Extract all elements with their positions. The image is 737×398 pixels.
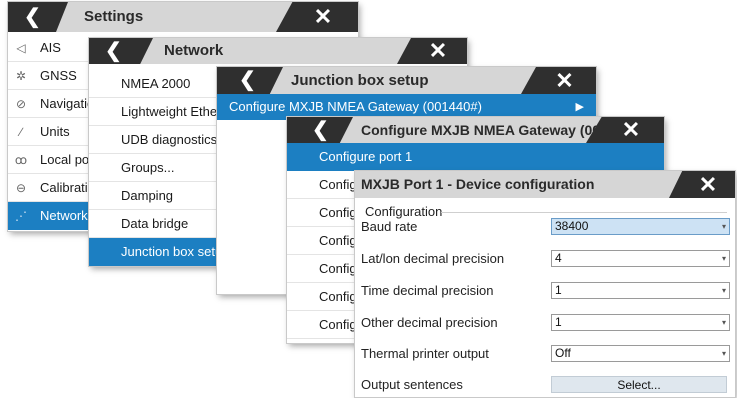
dropdown-arrow-icon: ▾ — [721, 254, 726, 263]
back-button[interactable]: ❮ — [287, 117, 353, 143]
device-config-titlebar: MXJB Port 1 - Device configuration ✕ — [355, 171, 735, 198]
close-button[interactable]: ✕ — [521, 67, 596, 94]
dial-icon: ⊖ — [15, 181, 27, 195]
network-item-label: NMEA 2000 — [121, 76, 191, 91]
other-precision-select[interactable]: 1 ▾ — [551, 314, 730, 331]
time-precision-value: 1 — [555, 283, 562, 297]
thermal-printer-value: Off — [555, 346, 571, 360]
group-divider — [441, 212, 727, 213]
network-item-label: Damping — [121, 188, 174, 203]
chevron-left-icon: ❮ — [239, 69, 256, 91]
dropdown-arrow-icon: ▾ — [721, 349, 726, 358]
thermal-printer-label: Thermal printer output — [361, 346, 489, 361]
other-precision-value: 1 — [555, 315, 562, 329]
window-title: Settings — [84, 8, 144, 25]
device-config-window: MXJB Port 1 - Device configuration ✕ Con… — [355, 171, 735, 397]
window-title: Network — [164, 42, 224, 59]
chevron-left-icon: ❮ — [312, 119, 329, 141]
lat-lon-precision-label: Lat/lon decimal precision — [361, 251, 505, 266]
window-title: Configure MXJB NMEA Gateway (00... — [361, 122, 612, 138]
junction-box-titlebar: ❮ Junction box setup ✕ — [217, 67, 596, 94]
close-button[interactable]: ✕ — [397, 38, 467, 64]
time-precision-label: Time decimal precision — [361, 283, 494, 298]
lat-lon-precision-value: 4 — [555, 251, 562, 265]
other-precision-label: Other decimal precision — [361, 315, 498, 330]
window-title: Junction box setup — [291, 72, 429, 89]
close-icon: ✕ — [313, 4, 333, 29]
gateway-item-port-1[interactable]: Configure port 1 — [287, 143, 664, 171]
thermal-printer-select[interactable]: Off ▾ — [551, 345, 730, 362]
navigation-arrow-icon: ◁ — [16, 41, 26, 55]
dropdown-arrow-icon: ▾ — [721, 286, 726, 295]
chevron-left-icon: ❮ — [105, 40, 122, 62]
chevron-left-icon: ❮ — [24, 6, 41, 28]
baud-rate-label: Baud rate — [361, 219, 418, 234]
baud-rate-value: 38400 — [555, 219, 589, 233]
settings-item-label: AIS — [40, 40, 61, 55]
lat-lon-precision-select[interactable]: 4 ▾ — [551, 250, 730, 267]
output-sentences-label: Output sentences — [361, 377, 463, 392]
settings-item-label: Units — [40, 124, 70, 139]
gateway-titlebar: ❮ Configure MXJB NMEA Gateway (00... ✕ — [287, 117, 664, 143]
settings-item-label: GNSS — [40, 68, 77, 83]
back-button[interactable]: ❮ — [8, 2, 68, 32]
junction-box-item-label: Configure MXJB NMEA Gateway (001440#) — [229, 99, 482, 114]
close-icon: ✕ — [621, 117, 641, 142]
close-button[interactable]: ✕ — [669, 171, 735, 198]
select-sentences-button[interactable]: Select... — [551, 376, 727, 393]
network-item-label: Data bridge — [121, 216, 189, 231]
dropdown-arrow-icon: ▾ — [721, 222, 726, 231]
close-icon: ✕ — [698, 172, 718, 197]
network-item-label: Junction box setup — [121, 244, 230, 259]
back-button[interactable]: ❮ — [217, 67, 283, 94]
close-button[interactable]: ✕ — [276, 2, 358, 32]
satellite-icon: ✲ — [15, 69, 27, 83]
settings-titlebar: ❮ Settings ✕ — [8, 2, 358, 32]
network-item-label: UDB diagnostics — [121, 132, 218, 147]
configuration-group-label: Configuration — [365, 204, 443, 219]
time-precision-select[interactable]: 1 ▾ — [551, 282, 730, 299]
window-title: MXJB Port 1 - Device configuration — [361, 176, 595, 192]
back-button[interactable]: ❮ — [89, 38, 153, 64]
baud-rate-select[interactable]: 38400 ▾ — [551, 218, 730, 235]
close-icon: ✕ — [555, 68, 574, 93]
network-titlebar: ❮ Network ✕ — [89, 38, 467, 64]
network-icon: ⋰ — [15, 209, 27, 223]
ruler-icon: ∕ — [19, 125, 22, 139]
network-item-label: Groups... — [121, 160, 175, 175]
gateway-item-label: Configure port 1 — [319, 149, 413, 164]
compass-icon: ⊘ — [15, 97, 27, 111]
link-icon: ꝏ — [14, 153, 28, 167]
dropdown-arrow-icon: ▾ — [721, 318, 726, 327]
settings-item-label: Network — [40, 208, 88, 223]
close-icon: ✕ — [428, 38, 448, 63]
